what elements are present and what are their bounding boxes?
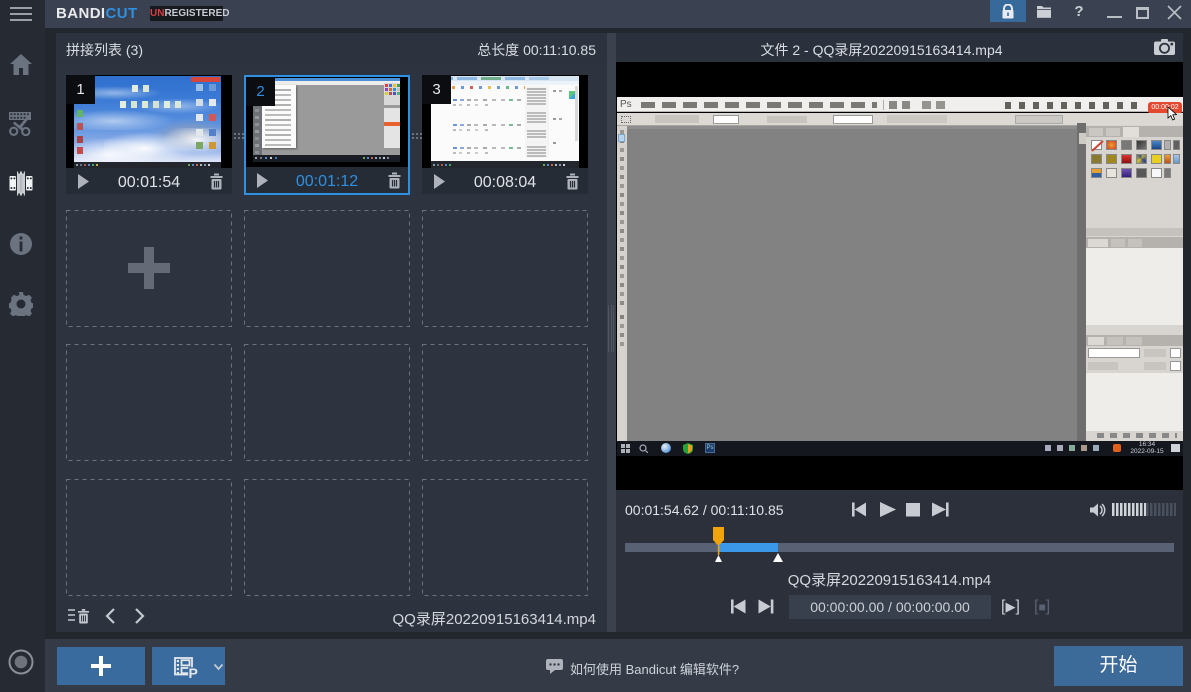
svg-text:P: P: [189, 665, 198, 680]
